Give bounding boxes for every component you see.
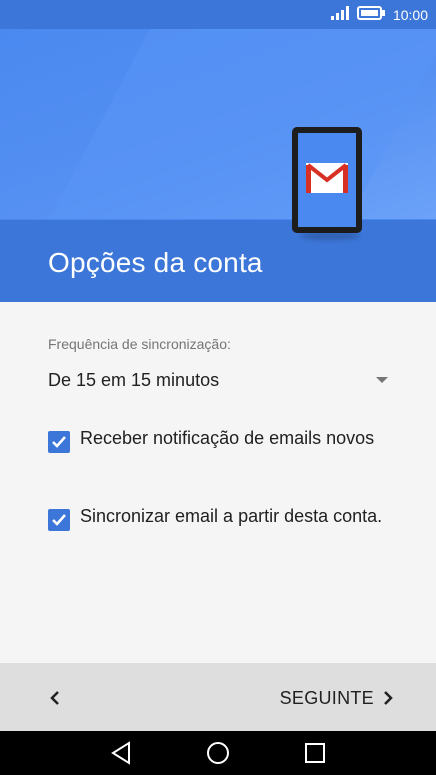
sync-frequency-dropdown[interactable]: De 15 em 15 minutos	[48, 368, 388, 398]
header-banner: Opções da conta	[0, 29, 436, 302]
phone-illustration	[292, 127, 362, 233]
page-title: Opções da conta	[48, 247, 263, 278]
dropdown-arrow-icon	[376, 377, 388, 383]
checkmark-icon	[52, 436, 66, 448]
notify-new-emails-option[interactable]: Receber notificação de emails novos	[48, 426, 398, 453]
status-bar: 10:00	[0, 0, 436, 29]
chevron-left-icon	[50, 691, 59, 705]
sync-email-label: Sincronizar email a partir desta conta.	[80, 506, 383, 526]
square-recents-icon[interactable]	[302, 740, 328, 766]
wizard-footer: SEGUINTE	[0, 663, 436, 731]
next-button[interactable]: SEGUINTE	[280, 683, 394, 713]
status-time: 10:00	[392, 6, 428, 23]
gmail-icon	[306, 162, 348, 198]
sync-email-option[interactable]: Sincronizar email a partir desta conta.	[48, 504, 398, 531]
signal-icon	[330, 6, 349, 23]
battery-icon	[356, 6, 385, 23]
account-options-form: Frequência de sincronização: De 15 em 15…	[0, 302, 436, 663]
sync-frequency-label: Frequência de sincronização:	[48, 336, 231, 352]
back-button[interactable]	[40, 683, 70, 713]
system-nav-bar	[0, 731, 436, 775]
checkmark-icon	[52, 514, 66, 526]
notify-new-emails-checkbox[interactable]	[48, 431, 70, 453]
chevron-right-icon	[384, 691, 393, 705]
phone-shadow	[300, 232, 360, 240]
sync-frequency-value: De 15 em 15 minutos	[48, 370, 220, 390]
notify-new-emails-label: Receber notificação de emails novos	[80, 428, 375, 448]
triangle-back-icon[interactable]	[109, 740, 135, 766]
next-button-label: SEGUINTE	[279, 687, 374, 708]
circle-home-icon[interactable]	[205, 740, 231, 766]
sync-email-checkbox[interactable]	[48, 509, 70, 531]
